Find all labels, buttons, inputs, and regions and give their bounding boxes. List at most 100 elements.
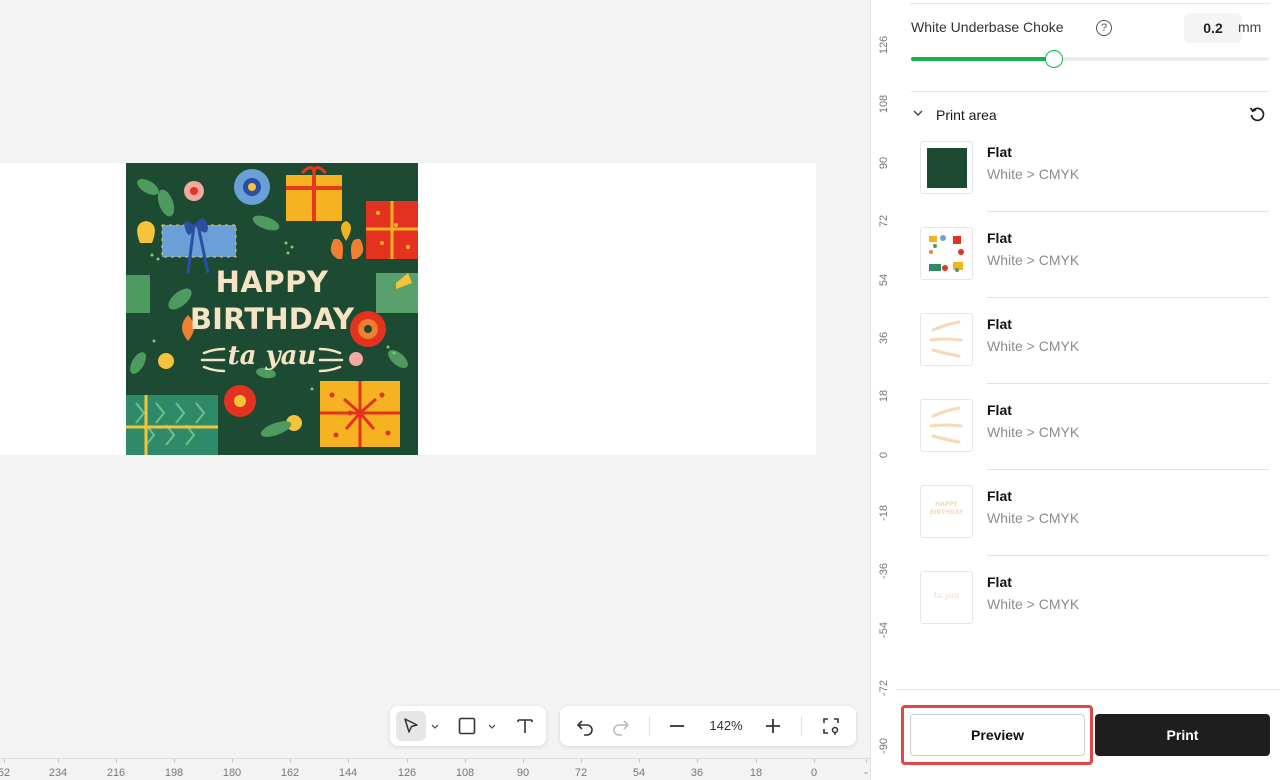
ruler-tick xyxy=(697,759,698,763)
design-text-script: ta yau xyxy=(227,341,317,371)
tool-group-view: 142% xyxy=(560,706,856,746)
choke-value-input[interactable]: 0.2 xyxy=(1184,13,1242,43)
zoom-in-button[interactable] xyxy=(758,711,788,741)
tool-group-create xyxy=(390,706,546,746)
flower-red-bottom xyxy=(224,385,256,417)
print-layer-item[interactable]: HAPPY BIRTHDAY Flat White > CMYK xyxy=(920,485,1270,571)
help-icon[interactable]: ? xyxy=(1096,20,1112,36)
print-layer-item[interactable]: Flat White > CMYK xyxy=(920,399,1270,485)
layer-color-mode: White > CMYK xyxy=(987,424,1080,440)
layer-divider xyxy=(987,211,1269,212)
birthday-card-design[interactable]: HAPPY BIRTHDAY ta yau xyxy=(126,163,418,455)
layer-thumbnail: HAPPY BIRTHDAY xyxy=(920,485,973,538)
ruler-tick xyxy=(348,759,349,763)
gift-box-right-red xyxy=(366,201,418,259)
gift-box-bottom-left xyxy=(126,395,218,455)
shape-tool-button[interactable] xyxy=(452,711,482,741)
ruler-tick-label: 216 xyxy=(106,767,126,779)
layer-name: Flat xyxy=(987,402,1012,418)
preview-button[interactable]: Preview xyxy=(910,714,1085,756)
ruler-tick-label: -36 xyxy=(878,563,890,579)
ruler-tick-label: 180 xyxy=(222,767,242,779)
zoom-level[interactable]: 142% xyxy=(700,718,752,733)
zoom-out-icon xyxy=(670,725,684,727)
select-tool-button[interactable] xyxy=(396,711,426,741)
ruler-tick xyxy=(232,759,233,763)
ruler-tick-label: 234 xyxy=(48,767,68,779)
ruler-tick xyxy=(639,759,640,763)
layer-color-mode: White > CMYK xyxy=(987,338,1080,354)
print-layer-item[interactable]: Flat White > CMYK xyxy=(920,227,1270,313)
reset-icon[interactable] xyxy=(1248,105,1266,123)
ruler-tick xyxy=(407,759,408,763)
layer-color-mode: White > CMYK xyxy=(987,510,1080,526)
flower-blue xyxy=(234,169,270,205)
ruler-tick-label: 108 xyxy=(878,94,890,114)
text-tool-button[interactable] xyxy=(510,711,540,741)
panel-top-divider xyxy=(910,0,1270,4)
ruler-tick xyxy=(581,759,582,763)
zoom-out-button[interactable] xyxy=(662,711,692,741)
ruler-tick-label: 108 xyxy=(455,767,475,779)
ruler-tick-label: 0 xyxy=(810,767,818,779)
design-text-birthday: BIRTHDAY xyxy=(189,302,355,336)
canvas-area[interactable]: HAPPY BIRTHDAY ta yau 142% 52 234 216 19… xyxy=(0,0,870,780)
gift-box-top xyxy=(286,166,342,221)
ruler-tick xyxy=(756,759,757,763)
layer-thumbnail xyxy=(920,313,973,366)
ruler-tick-label: 52 xyxy=(0,767,11,779)
choke-unit-label: mm xyxy=(1238,19,1262,35)
ruler-tick xyxy=(174,759,175,763)
fit-screen-button[interactable] xyxy=(816,711,846,741)
chevron-down-icon xyxy=(488,724,496,729)
ruler-tick-label: 162 xyxy=(280,767,300,779)
print-layer-item[interactable]: Flat White > CMYK xyxy=(920,141,1270,227)
undo-icon xyxy=(576,720,593,736)
print-layer-item[interactable]: Flat White > CMYK xyxy=(920,313,1270,399)
choke-slider[interactable] xyxy=(911,50,1269,68)
ruler-tick-label: 90 xyxy=(516,767,530,779)
ruler-tick-label: 144 xyxy=(338,767,358,779)
redo-button[interactable] xyxy=(606,711,636,741)
ruler-tick-label: 36 xyxy=(690,767,704,779)
ruler-tick-label: 54 xyxy=(878,273,890,287)
toolbar-separator xyxy=(801,716,802,736)
select-tool-dropdown[interactable] xyxy=(428,711,442,741)
ruler-tick-label: 72 xyxy=(574,767,588,779)
white-underbase-choke-label: White Underbase Choke xyxy=(911,19,1064,35)
ruler-tick-label: 0 xyxy=(878,451,890,459)
ruler-tick xyxy=(465,759,466,763)
layer-name: Flat xyxy=(987,574,1012,590)
layer-divider xyxy=(987,555,1269,556)
print-button[interactable]: Print xyxy=(1095,714,1270,756)
layer-name: Flat xyxy=(987,488,1012,504)
ruler-tick xyxy=(814,759,815,763)
layer-divider xyxy=(987,297,1269,298)
design-text-happy: HAPPY xyxy=(215,265,329,299)
print-settings-panel: White Underbase Choke ? 0.2 mm Print are… xyxy=(896,0,1280,780)
chevron-down-icon[interactable] xyxy=(911,106,925,120)
layer-name: Flat xyxy=(987,230,1012,246)
layer-name: Flat xyxy=(987,316,1012,332)
rectangle-icon xyxy=(458,717,476,735)
footer-divider xyxy=(896,689,1280,690)
print-area-header[interactable]: Print area xyxy=(911,100,1273,130)
section-divider xyxy=(911,91,1269,92)
ruler-tick xyxy=(116,759,117,763)
layer-thumbnail xyxy=(920,141,973,194)
choke-slider-thumb[interactable] xyxy=(1045,50,1064,68)
ruler-tick-label: 126 xyxy=(397,767,417,779)
undo-button[interactable] xyxy=(570,711,600,741)
ruler-tick xyxy=(58,759,59,763)
print-layer-item[interactable]: ta yau Flat White > CMYK xyxy=(920,571,1270,657)
ruler-tick xyxy=(523,759,524,763)
ruler-tick-label: - xyxy=(864,767,868,779)
ruler-tick-label: -54 xyxy=(878,622,890,638)
ruler-tick-label: 18 xyxy=(878,389,890,403)
ruler-tick-label: 54 xyxy=(632,767,646,779)
ruler-tick-label: -72 xyxy=(878,680,890,696)
zoom-in-icon xyxy=(766,719,780,733)
shape-tool-dropdown[interactable] xyxy=(485,711,499,741)
vertical-ruler: 126 108 90 72 54 36 18 0 -18 -36 -54 -72 -90 xyxy=(870,0,896,780)
ruler-tick-label: 18 xyxy=(749,767,763,779)
